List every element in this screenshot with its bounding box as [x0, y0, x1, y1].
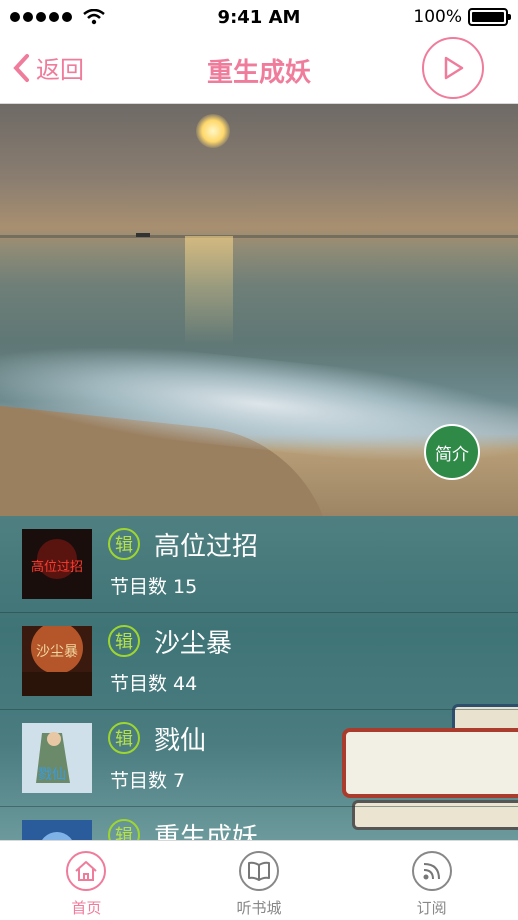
album-list[interactable]: 高位过招 辑 高位过招 节目数 15 沙尘暴 辑 沙尘暴 节目数 44 戮仙 辑…	[0, 516, 518, 840]
album-cover	[22, 820, 92, 840]
list-item[interactable]: 戮仙 辑 戮仙 节目数 7	[0, 710, 518, 807]
sun-reflection-graphic	[185, 236, 233, 346]
rss-icon	[411, 851, 452, 891]
battery-icon	[468, 8, 511, 26]
album-title: 戮仙	[154, 726, 207, 756]
tab-home[interactable]: 首页	[0, 841, 173, 920]
cover-image	[22, 820, 92, 840]
album-cover: 高位过招	[22, 529, 92, 599]
boat-graphic	[136, 233, 150, 237]
list-item[interactable]: 辑 重生成妖	[0, 807, 518, 840]
tab-subscribe-label: 订阅	[416, 899, 447, 917]
screen: 9:41 AM 100% 返回 重生成妖 简介 高位过招 辑 高位过招 节目数 …	[0, 0, 518, 920]
nav-bar: 返回 重生成妖	[0, 34, 518, 104]
wifi-icon	[83, 9, 105, 25]
episode-count: 节目数 15	[110, 576, 198, 598]
episode-count: 节目数 7	[110, 770, 186, 792]
play-button[interactable]	[422, 37, 484, 99]
album-cover: 沙尘暴	[22, 626, 92, 696]
cover-image: 沙尘暴	[22, 626, 92, 696]
play-icon	[444, 56, 464, 80]
album-tag-badge: 辑	[108, 819, 140, 840]
album-cover: 戮仙	[22, 723, 92, 793]
album-tag-badge: 辑	[108, 528, 140, 560]
battery-percent: 100%	[413, 7, 462, 27]
album-title: 沙尘暴	[154, 629, 233, 659]
album-title: 重生成妖	[154, 823, 259, 840]
episode-count: 节目数 44	[110, 673, 198, 695]
signal-strength-icon	[10, 9, 105, 25]
home-icon	[66, 851, 107, 891]
battery-indicator: 100%	[413, 7, 511, 27]
album-title: 高位过招	[154, 532, 259, 562]
book-icon	[239, 851, 279, 891]
sun-graphic	[196, 114, 230, 148]
cover-title: 戮仙	[38, 767, 66, 783]
cover-image: 高位过招	[22, 529, 92, 599]
cover-title: 沙尘暴	[36, 644, 78, 660]
hero-banner: 简介	[0, 104, 518, 516]
tab-bookstore[interactable]: 听书城	[173, 841, 346, 920]
battery-fill	[472, 12, 504, 22]
cover-image: 戮仙	[22, 723, 92, 793]
intro-button[interactable]: 简介	[424, 424, 480, 480]
tab-subscribe[interactable]: 订阅	[345, 841, 518, 920]
tab-bookstore-label: 听书城	[236, 899, 282, 917]
status-bar: 9:41 AM 100%	[0, 0, 518, 34]
horizon-graphic	[0, 235, 518, 238]
list-item[interactable]: 高位过招 辑 高位过招 节目数 15	[0, 516, 518, 613]
album-tag-badge: 辑	[108, 625, 140, 657]
list-item[interactable]: 沙尘暴 辑 沙尘暴 节目数 44	[0, 613, 518, 710]
tab-home-label: 首页	[71, 899, 102, 917]
cover-title: 高位过招	[31, 559, 83, 575]
album-tag-badge: 辑	[108, 722, 140, 754]
tab-bar: 首页 听书城 订阅	[0, 840, 518, 920]
